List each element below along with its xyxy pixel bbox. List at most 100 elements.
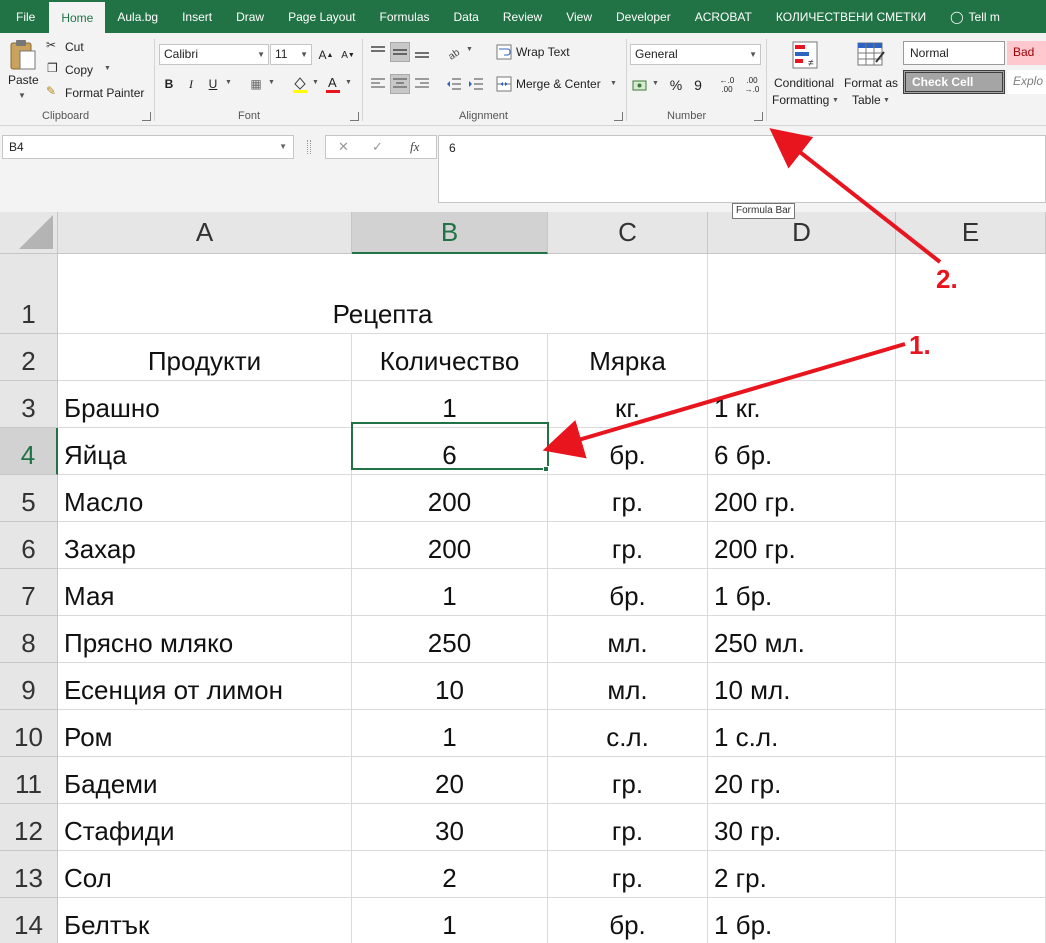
cell-c6[interactable]: гр. [548, 522, 708, 569]
merge-center-button[interactable]: Merge & Center ▼ [496, 75, 620, 95]
cell-d4[interactable]: 6 бр. [708, 428, 896, 475]
percent-style-button[interactable]: % [666, 75, 686, 95]
cell-c10[interactable]: с.л. [548, 710, 708, 757]
row-header[interactable]: 5 [0, 475, 58, 522]
cell-c14[interactable]: бр. [548, 898, 708, 943]
align-right-icon[interactable] [412, 74, 432, 94]
row-header[interactable]: 11 [0, 757, 58, 804]
cell-a12[interactable]: Стафиди [58, 804, 352, 851]
cell-d2[interactable] [708, 334, 896, 381]
tab-data[interactable]: Data [442, 0, 491, 33]
row-header[interactable]: 6 [0, 522, 58, 569]
decrease-font-size-icon[interactable]: A ▼ [338, 45, 358, 65]
cell-e12[interactable] [896, 804, 1046, 851]
cancel-icon[interactable]: ✕ [338, 139, 349, 155]
cell-b6[interactable]: 200 [352, 522, 548, 569]
cell-a8[interactable]: Прясно мляко [58, 616, 352, 663]
cell-c11[interactable]: гр. [548, 757, 708, 804]
fill-color-icon[interactable] [290, 74, 310, 94]
cell-c7[interactable]: бр. [548, 569, 708, 616]
cell-a5[interactable]: Масло [58, 475, 352, 522]
borders-icon[interactable]: ▦ [246, 74, 266, 94]
row-header[interactable]: 13 [0, 851, 58, 898]
cell-e7[interactable] [896, 569, 1046, 616]
align-middle-icon[interactable] [390, 42, 410, 62]
cell-b9[interactable]: 10 [352, 663, 548, 710]
cell-a4[interactable]: Яйца [58, 428, 352, 475]
decrease-indent-icon[interactable] [444, 74, 464, 94]
cell-d10[interactable]: 1 с.л. [708, 710, 896, 757]
cut-button[interactable]: ✂ Cut [46, 38, 106, 56]
align-top-icon[interactable] [368, 42, 388, 62]
select-all-button[interactable] [0, 212, 58, 254]
font-launcher-icon[interactable] [350, 112, 359, 121]
enter-icon[interactable]: ✓ [372, 139, 383, 155]
cell-c13[interactable]: гр. [548, 851, 708, 898]
cell-e14[interactable] [896, 898, 1046, 943]
cell-style-explanatory[interactable]: Explo [1007, 70, 1046, 94]
paste-button[interactable]: Paste ▼ [6, 39, 40, 107]
column-header-b[interactable]: B [352, 212, 548, 254]
tab-acrobat[interactable]: ACROBAT [683, 0, 764, 33]
row-header[interactable]: 1 [0, 254, 58, 334]
cell-e13[interactable] [896, 851, 1046, 898]
cell-style-bad[interactable]: Bad [1007, 41, 1046, 65]
tab-insert[interactable]: Insert [170, 0, 224, 33]
tab-view[interactable]: View [554, 0, 604, 33]
cell-d6[interactable]: 200 гр. [708, 522, 896, 569]
column-header-c[interactable]: C [548, 212, 708, 254]
increase-decimal-button[interactable]: ←.0 .00 [714, 75, 740, 95]
row-header[interactable]: 14 [0, 898, 58, 943]
cell-a7[interactable]: Мая [58, 569, 352, 616]
cell-e9[interactable] [896, 663, 1046, 710]
cell-d5[interactable]: 200 гр. [708, 475, 896, 522]
number-format-combo[interactable]: General ▼ [630, 44, 761, 65]
cell-d13[interactable]: 2 гр. [708, 851, 896, 898]
comma-style-button[interactable]: 9 [688, 75, 708, 95]
cell-a10[interactable]: Ром [58, 710, 352, 757]
cell-e5[interactable] [896, 475, 1046, 522]
align-bottom-icon[interactable] [412, 42, 432, 62]
name-box[interactable]: B4 ▼ [2, 135, 294, 159]
cell-e11[interactable] [896, 757, 1046, 804]
font-color-icon[interactable]: A [323, 74, 343, 94]
row-header[interactable]: 4 [0, 428, 58, 475]
orientation-icon[interactable]: ab [444, 42, 464, 62]
font-name-combo[interactable]: Calibri ▼ [159, 44, 269, 65]
cell-b12[interactable]: 30 [352, 804, 548, 851]
row-header[interactable]: 12 [0, 804, 58, 851]
cell-e6[interactable] [896, 522, 1046, 569]
cell-d14[interactable]: 1 бр. [708, 898, 896, 943]
cell-c12[interactable]: гр. [548, 804, 708, 851]
clipboard-launcher-icon[interactable] [142, 112, 151, 121]
cell-e8[interactable] [896, 616, 1046, 663]
format-painter-button[interactable]: ✎ Format Painter [46, 84, 148, 102]
cell-c8[interactable]: мл. [548, 616, 708, 663]
cell-a14[interactable]: Белтък [58, 898, 352, 943]
cell-d12[interactable]: 30 гр. [708, 804, 896, 851]
tab-formulas[interactable]: Formulas [367, 0, 441, 33]
wrap-text-button[interactable]: Wrap Text [496, 43, 586, 63]
underline-button[interactable]: U [203, 74, 223, 94]
row-header[interactable]: 10 [0, 710, 58, 757]
align-left-icon[interactable] [368, 74, 388, 94]
cell-e4[interactable] [896, 428, 1046, 475]
formula-bar-splitter[interactable] [307, 140, 311, 154]
bold-button[interactable]: B [159, 74, 179, 94]
cell-b13[interactable]: 2 [352, 851, 548, 898]
cell-e3[interactable] [896, 381, 1046, 428]
decrease-decimal-button[interactable]: .00 →.0 [740, 75, 764, 95]
cell-c5[interactable]: гр. [548, 475, 708, 522]
cell-b3[interactable]: 1 [352, 381, 548, 428]
cell-d7[interactable]: 1 бр. [708, 569, 896, 616]
cell-b10[interactable]: 1 [352, 710, 548, 757]
cell-a1-title[interactable]: Рецепта [58, 254, 708, 334]
cell-b2[interactable]: Количество [352, 334, 548, 381]
increase-font-size-icon[interactable]: A ▲ [316, 45, 336, 65]
row-header[interactable]: 7 [0, 569, 58, 616]
cell-style-normal[interactable]: Normal [903, 41, 1005, 65]
cell-b11[interactable]: 20 [352, 757, 548, 804]
format-as-table-button[interactable]: Format as Table ▼ [842, 38, 900, 108]
cell-b14[interactable]: 1 [352, 898, 548, 943]
tab-kolichestveni-smetki[interactable]: КОЛИЧЕСТВЕНИ СМЕТКИ [764, 0, 938, 33]
